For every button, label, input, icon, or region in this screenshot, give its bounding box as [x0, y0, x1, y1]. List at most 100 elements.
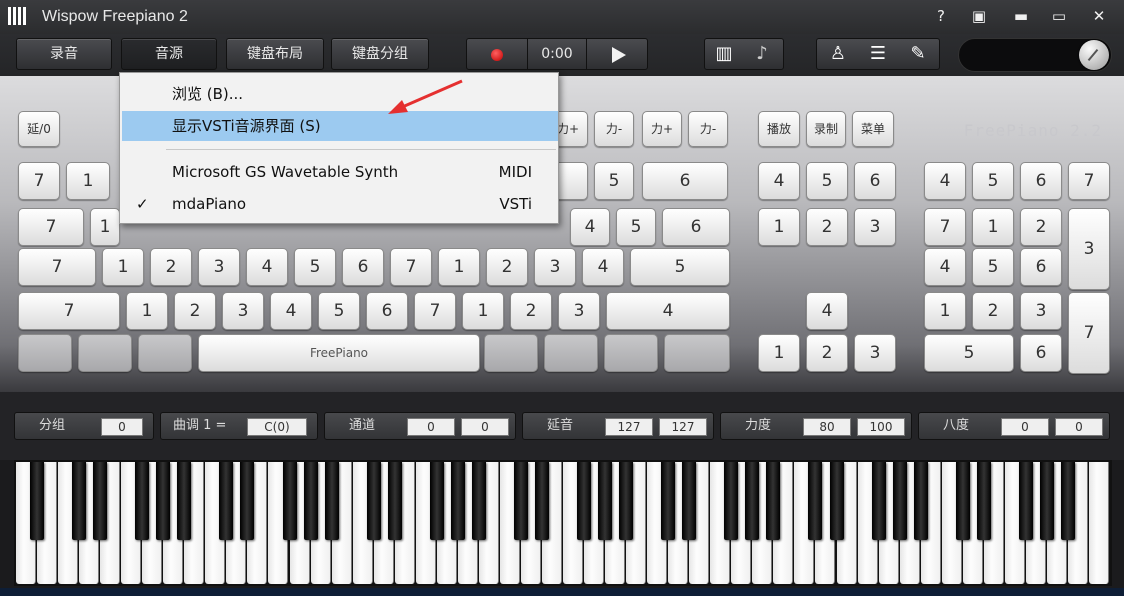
note-key[interactable]: 7: [18, 208, 84, 246]
note-key[interactable]: 2: [510, 292, 552, 330]
note-key[interactable]: 7: [18, 162, 60, 200]
note-key[interactable]: 5: [616, 208, 656, 246]
blank-key[interactable]: [604, 334, 658, 372]
maximize-button[interactable]: ▭: [1046, 4, 1072, 28]
black-key[interactable]: [892, 462, 907, 540]
volume-slider[interactable]: [958, 38, 1112, 72]
note-key[interactable]: 4: [270, 292, 312, 330]
note-key[interactable]: 1: [462, 292, 504, 330]
minimize-button[interactable]: ▬: [1008, 4, 1034, 28]
note-key[interactable]: 4: [606, 292, 730, 330]
numpad-note-key[interactable]: 5: [972, 248, 1014, 286]
sustain-toggle-key[interactable]: 延/0: [18, 111, 60, 147]
note-key[interactable]: 1: [102, 248, 144, 286]
note-key[interactable]: 5: [294, 248, 336, 286]
black-key[interactable]: [513, 462, 528, 540]
numpad-note-key[interactable]: 6: [1020, 334, 1062, 372]
white-key[interactable]: [1088, 462, 1109, 584]
menu-item-show-vsti-ui[interactable]: 显示VSTi音源界面 (S): [122, 111, 558, 141]
channel-value-2[interactable]: 0: [461, 418, 509, 436]
numpad-note-key[interactable]: 7: [1068, 292, 1110, 374]
velocity-down-key[interactable]: 力-: [594, 111, 634, 147]
note-key[interactable]: 2: [486, 248, 528, 286]
numpad-note-key[interactable]: 6: [1020, 162, 1062, 200]
record-key[interactable]: 录制: [806, 111, 846, 147]
velocity-down-key[interactable]: 力-: [688, 111, 728, 147]
blank-key[interactable]: [544, 334, 598, 372]
note-key[interactable]: 4: [246, 248, 288, 286]
music-score-icon[interactable]: ♪: [745, 39, 779, 69]
black-key[interactable]: [577, 462, 592, 540]
menu-item-browse[interactable]: 浏览 (B)...: [122, 79, 558, 109]
nav-note-key[interactable]: 3: [854, 334, 896, 372]
nav-note-key[interactable]: 5: [806, 162, 848, 200]
black-key[interactable]: [177, 462, 192, 540]
sound-source-menu-button[interactable]: 音源: [121, 38, 217, 70]
numpad-note-key[interactable]: 2: [972, 292, 1014, 330]
black-key[interactable]: [135, 462, 150, 540]
black-key[interactable]: [661, 462, 676, 540]
black-key[interactable]: [72, 462, 87, 540]
nav-note-key[interactable]: 2: [806, 334, 848, 372]
note-key[interactable]: 6: [642, 162, 728, 200]
menu-item-ms-gs-synth[interactable]: Microsoft GS Wavetable Synth MIDI: [122, 157, 558, 187]
black-key[interactable]: [619, 462, 634, 540]
nav-note-key[interactable]: 1: [758, 334, 800, 372]
blank-key[interactable]: [18, 334, 72, 372]
black-key[interactable]: [471, 462, 486, 540]
black-key[interactable]: [955, 462, 970, 540]
close-button[interactable]: ✕: [1086, 4, 1112, 28]
channel-value-1[interactable]: 0: [407, 418, 455, 436]
note-key[interactable]: 6: [662, 208, 730, 246]
note-key[interactable]: 7: [390, 248, 432, 286]
note-key[interactable]: 3: [534, 248, 576, 286]
mini-mode-button[interactable]: ▣: [966, 4, 992, 28]
nav-note-key[interactable]: 2: [806, 208, 848, 246]
black-key[interactable]: [766, 462, 781, 540]
group-value[interactable]: 0: [101, 418, 143, 436]
note-key[interactable]: 3: [198, 248, 240, 286]
menu-key[interactable]: 菜单: [852, 111, 894, 147]
black-key[interactable]: [450, 462, 465, 540]
note-key[interactable]: 6: [366, 292, 408, 330]
black-key[interactable]: [1039, 462, 1054, 540]
black-key[interactable]: [219, 462, 234, 540]
keyboard-layout-menu-button[interactable]: 键盘布局: [226, 38, 324, 70]
note-key[interactable]: 7: [414, 292, 456, 330]
wrench-icon[interactable]: ✎: [901, 39, 935, 69]
black-key[interactable]: [913, 462, 928, 540]
black-key[interactable]: [93, 462, 108, 540]
nav-note-key[interactable]: 4: [806, 292, 848, 330]
note-key[interactable]: 2: [174, 292, 216, 330]
octave-value-1[interactable]: 0: [1001, 418, 1049, 436]
note-key[interactable]: 1: [126, 292, 168, 330]
volume-knob[interactable]: [1079, 40, 1109, 70]
black-key[interactable]: [871, 462, 886, 540]
numpad-note-key[interactable]: 3: [1068, 208, 1110, 290]
black-key[interactable]: [976, 462, 991, 540]
velocity-up-key[interactable]: 力+: [642, 111, 682, 147]
record-menu-button[interactable]: 录音: [16, 38, 112, 70]
numpad-note-key[interactable]: 2: [1020, 208, 1062, 246]
sustain-value-2[interactable]: 127: [659, 418, 707, 436]
black-key[interactable]: [598, 462, 613, 540]
black-key[interactable]: [387, 462, 402, 540]
note-key[interactable]: 5: [630, 248, 730, 286]
play-icon[interactable]: [612, 47, 626, 63]
nav-note-key[interactable]: 1: [758, 208, 800, 246]
note-key[interactable]: 6: [342, 248, 384, 286]
sustain-value-1[interactable]: 127: [605, 418, 653, 436]
numpad-note-key[interactable]: 7: [1068, 162, 1110, 200]
note-key[interactable]: 5: [594, 162, 634, 200]
key-value[interactable]: C(0): [247, 418, 307, 436]
black-key[interactable]: [240, 462, 255, 540]
nav-note-key[interactable]: 6: [854, 162, 896, 200]
black-key[interactable]: [30, 462, 45, 540]
note-key[interactable]: 7: [18, 248, 96, 286]
black-key[interactable]: [724, 462, 739, 540]
numpad-note-key[interactable]: 1: [924, 292, 966, 330]
black-key[interactable]: [324, 462, 339, 540]
nav-note-key[interactable]: 3: [854, 208, 896, 246]
help-button[interactable]: ?: [928, 4, 954, 28]
numpad-note-key[interactable]: 4: [924, 162, 966, 200]
